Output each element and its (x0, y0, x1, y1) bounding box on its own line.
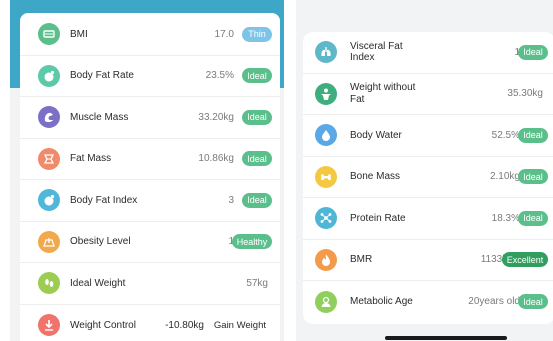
metric-label: Visceral Fat Index (350, 40, 403, 64)
metric-label: Weight Control (70, 319, 136, 331)
metric-value: 2.10kg (489, 171, 520, 183)
metric-row-protein-rate[interactable]: Protein Rate 18.3% Ideal (303, 198, 553, 240)
metric-label: BMI (70, 28, 88, 40)
metric-row-weight-without-fat[interactable]: Weight without Fat 35.30kg (303, 74, 553, 115)
metric-label: Weight without Fat (350, 82, 416, 105)
obesity-level-icon (38, 230, 60, 253)
bmi-scale-icon (38, 23, 60, 46)
status-badge: Ideal (242, 68, 272, 84)
metric-label: Body Fat Index (70, 194, 138, 206)
status-badge: Excellent (502, 252, 548, 268)
metric-value: 17.0 (214, 28, 234, 40)
metric-label: Body Water (350, 129, 402, 141)
metric-row-weight-control[interactable]: Weight Control -10.80kg Gain Weight (20, 305, 280, 341)
metric-label: Protein Rate (350, 212, 406, 224)
muscle-icon (38, 106, 60, 129)
metric-value: 33.20kg (198, 111, 234, 123)
status-badge: Thin (242, 26, 272, 42)
lungs-icon (315, 41, 337, 64)
status-badge: Healthy (232, 234, 272, 250)
status-badge: Ideal (518, 44, 548, 60)
weight-control-icon (38, 314, 60, 337)
status-badge: Gain Weight (213, 319, 266, 331)
metric-row-metabolic-age[interactable]: Metabolic Age 20years old Ideal (303, 281, 553, 323)
metric-label: Obesity Level (70, 236, 131, 247)
status-badge: Ideal (242, 109, 272, 125)
metric-value: 3 (228, 194, 234, 206)
metric-row-body-fat-index[interactable]: Body Fat Index 3 Ideal (20, 180, 280, 222)
metric-label: Ideal Weight (70, 277, 126, 289)
metric-row-bmi[interactable]: BMI 17.0 Thin (20, 14, 280, 56)
metric-value: 57kg (246, 277, 268, 289)
person-icon (315, 82, 337, 105)
right-screen: Visceral Fat Index1IdealWeight without F… (296, 0, 553, 341)
metric-row-bone-mass[interactable]: Bone Mass 2.10kg Ideal (303, 157, 553, 198)
fat-mass-icon (38, 147, 60, 170)
body-metrics-card-right: Visceral Fat Index1IdealWeight without F… (303, 32, 553, 324)
metric-row-muscle-mass[interactable]: Muscle Mass 33.20kg Ideal (20, 97, 280, 139)
metric-row-bmr[interactable]: BMR 1133kcal Excellent (303, 240, 553, 281)
metric-label: BMR (350, 254, 373, 265)
metric-label: Muscle Mass (70, 111, 129, 123)
body-metrics-card-left: BMI 17.0 Thin Body Fat Rate 23.5% Ideal Muscle… (20, 13, 280, 341)
status-badge: Ideal (518, 294, 548, 310)
metric-value: 10.86kg (198, 153, 234, 165)
metric-row-fat-mass[interactable]: Fat Mass 10.86kg Ideal (20, 139, 280, 180)
metabolic-age-icon (315, 290, 337, 313)
metric-row-ideal-weight[interactable]: Ideal Weight 57kg (20, 263, 280, 305)
left-screen: BMI 17.0 Thin Body Fat Rate 23.5% Ideal Muscle… (10, 0, 284, 341)
metric-value: -10.80kg (165, 319, 204, 331)
metric-value: 35.30kg (507, 88, 543, 100)
flame-icon (315, 248, 337, 271)
metric-row-body-fat-rate[interactable]: Body Fat Rate 23.5% Ideal (20, 56, 280, 97)
metric-value: 20years old (468, 296, 520, 308)
status-badge: Ideal (518, 127, 548, 143)
footprints-icon (38, 272, 60, 295)
status-badge: Ideal (518, 210, 548, 226)
status-badge: Ideal (242, 151, 272, 167)
molecule-icon (315, 207, 337, 230)
metric-label: Bone Mass (350, 171, 401, 182)
metric-value: 18.3% (491, 212, 520, 224)
metric-value: 52.5% (491, 129, 520, 141)
status-badge: Ideal (242, 192, 272, 208)
water-drop-icon (315, 124, 337, 147)
metric-value: 23.5% (205, 70, 234, 82)
metric-row-body-water[interactable]: Body Water 52.5% Ideal (303, 115, 553, 157)
status-badge: Ideal (518, 169, 548, 185)
metric-row-obesity-level[interactable]: Obesity Level1Healthy (20, 222, 280, 263)
metric-label: Body Fat Rate (70, 70, 134, 81)
metric-label: Fat Mass (70, 153, 112, 164)
metric-label: Metabolic Age (350, 296, 413, 307)
body-fat-index-icon (38, 189, 60, 212)
body-fat-rate-icon (38, 64, 60, 87)
bone-icon (315, 165, 337, 188)
metric-row-visceral-fat-index[interactable]: Visceral Fat Index1Ideal (303, 32, 553, 74)
home-indicator (385, 336, 507, 340)
